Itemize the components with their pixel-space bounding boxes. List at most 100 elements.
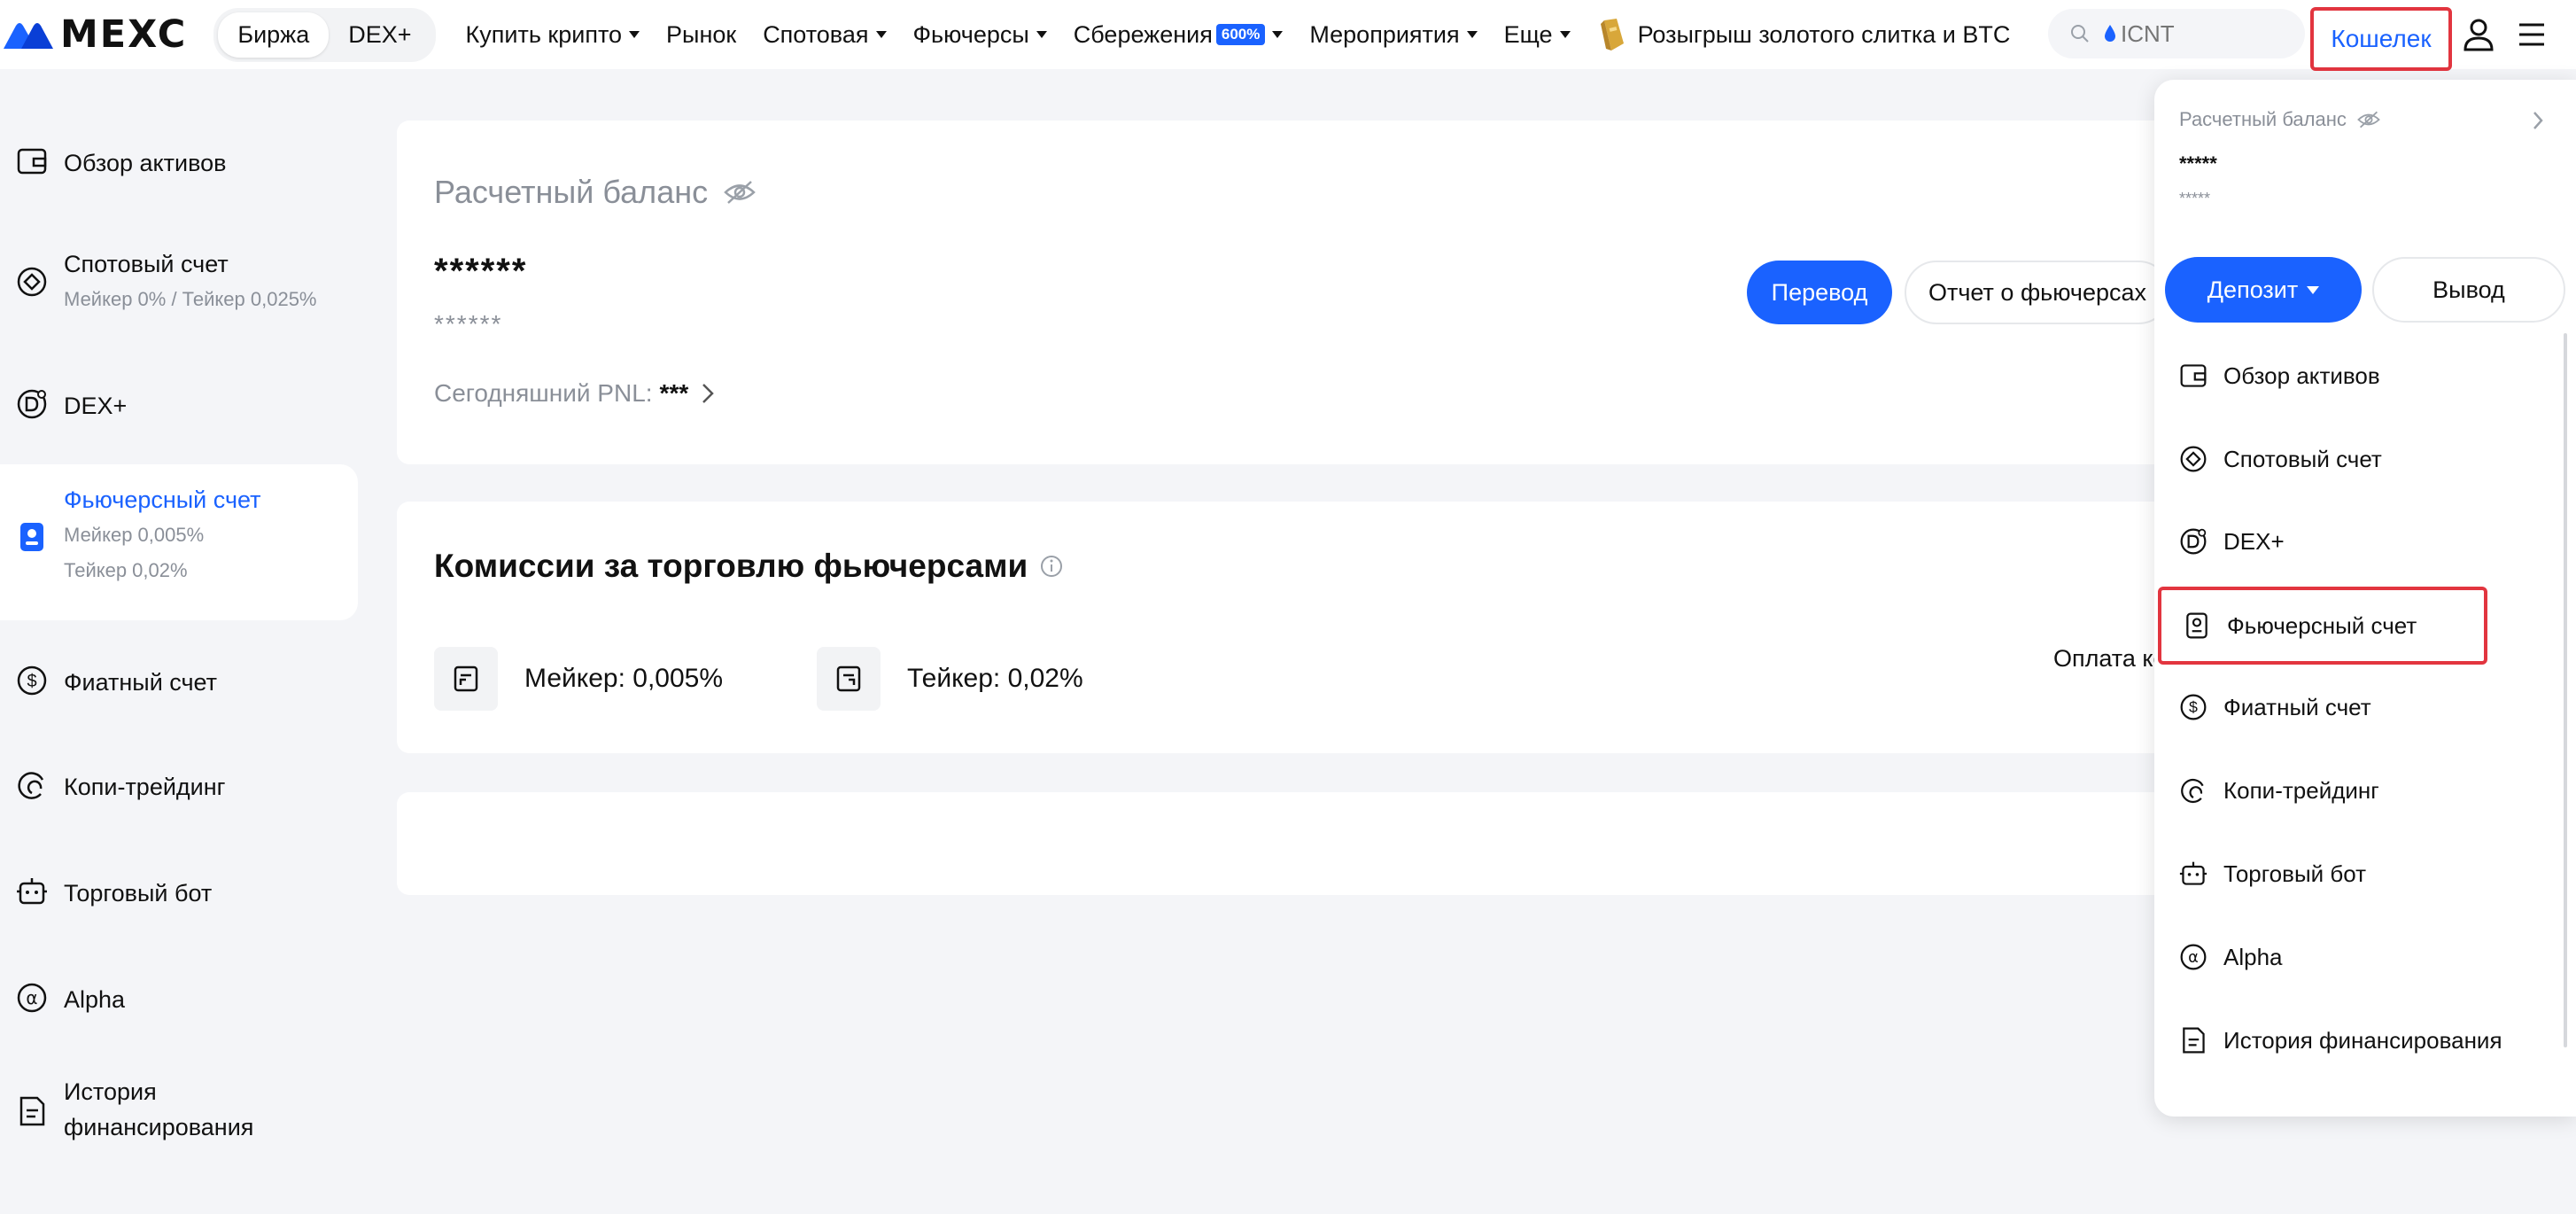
dropdown-item-alpha[interactable]: α Alpha (2154, 922, 2576, 992)
gold-bar-icon (1600, 19, 1624, 51)
dropdown-balance-title-text: Расчетный баланс (2179, 108, 2347, 130)
report-label: Отчет о фьючерсах (1928, 278, 2146, 306)
copy-trading-icon (2181, 778, 2204, 804)
chevron-right-icon[interactable] (2532, 110, 2544, 131)
sidebar-item-maker-fee: Мейкер 0,005% (64, 524, 205, 546)
nav-label: Фьючерсы (912, 20, 1029, 48)
user-icon[interactable] (2461, 17, 2496, 52)
dropdown-balance-main: ***** (2179, 152, 2217, 175)
nav-label: Мероприятия (1309, 20, 1460, 48)
token-drop-icon (2105, 25, 2115, 42)
document-icon (2183, 1027, 2205, 1054)
nav-more[interactable]: Еще (1504, 21, 1571, 49)
eye-off-icon[interactable] (2357, 110, 2380, 129)
sidebar-item-label-line2: финансирования (64, 1114, 254, 1140)
dropdown-item-copy-trading[interactable]: Копи-трейдинг (2154, 755, 2576, 826)
sidebar-item-label: История (64, 1078, 157, 1105)
search-box[interactable] (2048, 9, 2305, 58)
taker-fee: Тейкер: 0,02% (817, 647, 1083, 711)
mode-switch: Биржа DEX+ (213, 7, 436, 62)
maker-fee-text: Мейкер: 0,005% (524, 664, 724, 693)
wallet-button[interactable]: Кошелек (2310, 7, 2452, 71)
sidebar-item-spot[interactable]: Спотовый счет Мейкер 0% / Тейкер 0,025% (0, 246, 358, 326)
deposit-button[interactable]: Депозит (2165, 257, 2362, 323)
fees-title: Комиссии за торговлю фьючерсами (434, 548, 1063, 585)
dex-icon (17, 389, 47, 419)
wallet-icon (17, 148, 47, 175)
dropdown-item-dex[interactable]: DEX+ (2154, 506, 2576, 577)
dropdown-item-label: DEX+ (2223, 527, 2285, 555)
sidebar-item-futures[interactable]: Фьючерсный счет Мейкер 0,005% Тейкер 0,0… (0, 464, 358, 620)
nav-buy-crypto[interactable]: Купить крипто (466, 21, 640, 49)
dropdown-item-trading-bot[interactable]: Торговый бот (2154, 838, 2576, 909)
tab-dex[interactable]: DEX+ (329, 12, 431, 58)
today-pnl[interactable]: Сегодняшний PNL: *** (434, 379, 715, 408)
nav-label: Сбережения (1073, 20, 1213, 48)
pnl-label: Сегодняшний PNL: (434, 379, 653, 407)
nav-label: Еще (1503, 20, 1553, 48)
balance-main-value: ****** (434, 252, 528, 291)
maker-icon-box (434, 647, 498, 711)
caret-down-icon (1272, 31, 1284, 38)
maker-icon (454, 665, 478, 692)
spot-icon (17, 267, 47, 297)
chevron-right-icon (702, 384, 715, 403)
nav-savings[interactable]: Сбережения 600% (1074, 21, 1284, 49)
sidebar-item-fiat[interactable]: $ Фиатный счет (0, 658, 358, 711)
promo-link[interactable]: Розыгрыш золотого слитка и BTC (1597, 17, 2010, 52)
logo-text: MEXC (60, 12, 188, 57)
dropdown-item-label: Фиатный счет (2223, 693, 2371, 720)
svg-text:α: α (26, 987, 37, 1008)
sidebar-item-label: Копи-трейдинг (64, 774, 226, 800)
futures-icon (2186, 612, 2207, 639)
taker-icon-box (817, 647, 881, 711)
sidebar-item-copy-trading[interactable]: Копи-трейдинг (0, 762, 358, 815)
dropdown-item-spot[interactable]: Спотовый счет (2154, 424, 2576, 494)
svg-text:$: $ (2189, 698, 2198, 716)
savings-badge: 600% (1215, 24, 1266, 45)
wallet-label: Кошелек (2331, 25, 2432, 52)
sidebar-item-dex[interactable]: DEX+ (0, 381, 358, 434)
tab-exchange[interactable]: Биржа (218, 12, 330, 58)
transfer-button[interactable]: Перевод (1747, 261, 1892, 324)
dropdown-item-label: История финансирования (2223, 1026, 2502, 1054)
dropdown-item-assets-overview[interactable]: Обзор активов (2154, 340, 2576, 411)
copy-trading-icon (18, 772, 44, 799)
dropdown-item-label: Alpha (2223, 943, 2283, 970)
svg-text:$: $ (27, 672, 36, 691)
dropdown-balance-title[interactable]: Расчетный баланс (2179, 108, 2380, 131)
sidebar-item-alpha[interactable]: α Alpha (0, 975, 358, 1028)
dropdown-item-label: Фьючерсный счет (2227, 611, 2417, 639)
balance-title-text: Расчетный баланс (434, 174, 709, 210)
info-icon[interactable] (1040, 555, 1063, 578)
eye-off-icon[interactable] (724, 179, 756, 206)
sidebar-item-trading-bot[interactable]: Торговый бот (0, 868, 358, 922)
caret-down-icon (629, 31, 640, 38)
dex-icon (2180, 528, 2207, 555)
dropdown-balance-sub: ***** (2179, 190, 2211, 207)
taker-fee-text: Тейкер: 0,02% (907, 664, 1083, 693)
nav-events[interactable]: Мероприятия (1309, 20, 1478, 49)
nav-futures[interactable]: Фьючерсы (913, 21, 1047, 49)
hamburger-menu-icon[interactable] (2516, 20, 2548, 49)
futures-report-button[interactable]: Отчет о фьючерсах (1905, 261, 2170, 324)
sidebar-item-label: Торговый бот (64, 880, 213, 907)
dropdown-item-futures[interactable]: Фьючерсный счет (2158, 587, 2487, 665)
mexc-logo[interactable]: MEXC (4, 12, 187, 57)
withdraw-label: Вывод (2432, 276, 2505, 303)
search-icon (2071, 25, 2089, 43)
nav-spot[interactable]: Спотовая (763, 21, 887, 49)
sidebar-item-taker-fee: Тейкер 0,02% (64, 559, 188, 581)
dropdown-item-label: Копи-трейдинг (2223, 776, 2379, 804)
nav-market[interactable]: Рынок (666, 21, 736, 49)
sidebar-item-assets-overview[interactable]: Обзор активов (0, 131, 358, 193)
wallet-dropdown: Расчетный баланс ***** ***** Депозит Выв… (2154, 80, 2576, 1117)
withdraw-button[interactable]: Вывод (2372, 257, 2565, 323)
search-input[interactable] (2121, 19, 2298, 48)
sidebar-item-label: Обзор активов (64, 150, 227, 176)
sidebar-item-label: Фиатный счет (64, 669, 218, 696)
sidebar-item-funding-history[interactable]: История финансирования (0, 1070, 358, 1150)
document-icon (19, 1096, 45, 1126)
dropdown-item-fiat[interactable]: $ Фиатный счет (2154, 672, 2576, 743)
dropdown-item-funding-history[interactable]: История финансирования (2154, 1005, 2576, 1076)
